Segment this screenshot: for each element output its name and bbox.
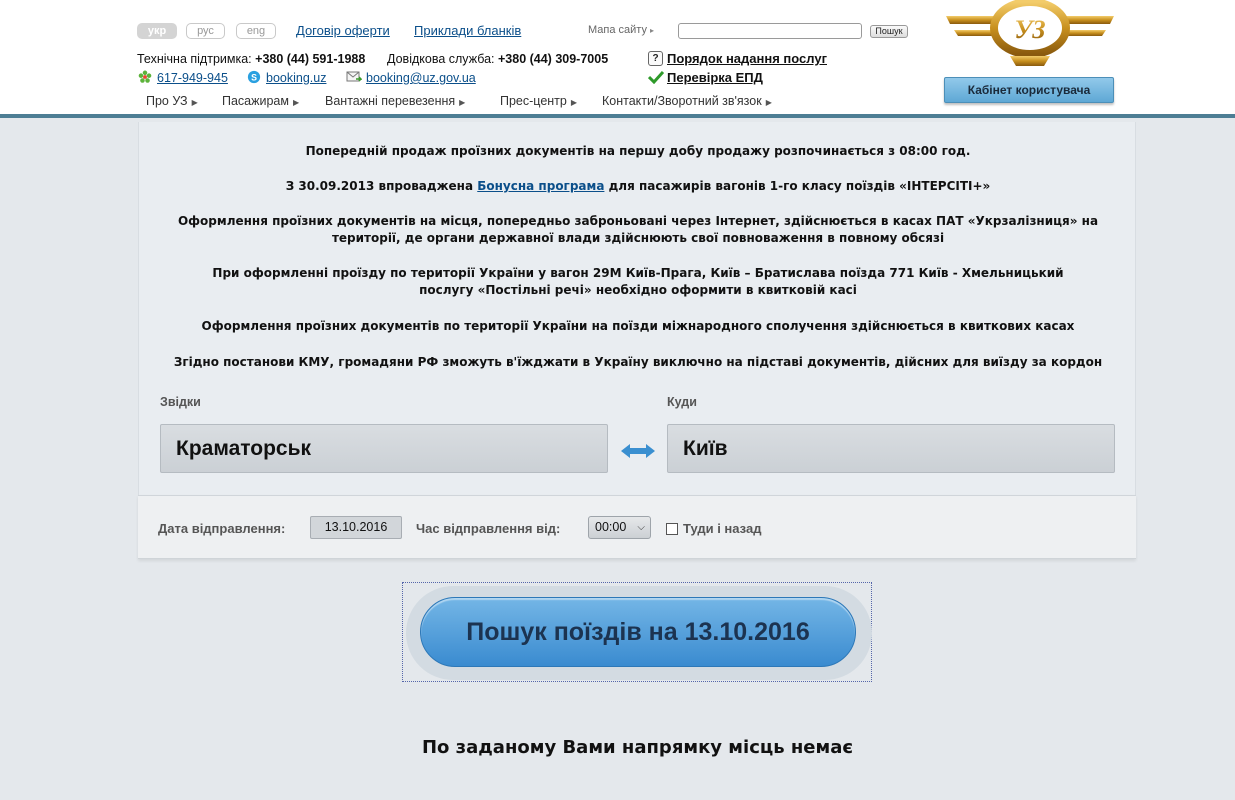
from-label: Звідки: [160, 395, 201, 409]
time-label: Час відправлення від:: [416, 521, 561, 536]
sitemap-label: Мапа сайту: [588, 24, 647, 36]
nav-item-cargo[interactable]: Вантажні перевезення ▶: [325, 94, 465, 108]
arrow-right-icon: ▶: [191, 98, 198, 107]
to-label: Куди: [667, 395, 697, 409]
email-link[interactable]: booking@uz.gov.ua: [366, 71, 476, 85]
arrow-right-icon: ▸: [649, 26, 654, 35]
tech-support-label: Технічна підтримка:: [137, 52, 252, 66]
nav-item-label: Контакти/Зворотний зв'язок: [602, 94, 762, 108]
nav-item-press[interactable]: Прес-центр ▶: [500, 94, 577, 108]
services-order-link[interactable]: Порядок надання послуг: [667, 51, 827, 66]
from-station-input[interactable]: Краматорськ: [160, 424, 608, 473]
nav-item-label: Прес-центр: [500, 94, 567, 108]
notice-bonus: З 30.09.2013 впроваджена Бонусна програм…: [139, 178, 1137, 195]
icq-contact[interactable]: 617-949-945: [137, 70, 228, 86]
skype-link[interactable]: booking.uz: [266, 71, 326, 85]
site-search-input[interactable]: [678, 23, 862, 39]
notice-reservation-line1: Оформлення проїзних документів на місця,…: [177, 214, 1099, 228]
nav-item-about[interactable]: Про УЗ ▶: [146, 94, 198, 108]
user-cabinet-button[interactable]: Кабінет користувача: [944, 77, 1114, 103]
skype-icon: S: [247, 70, 261, 84]
nav-item-label: Про УЗ: [146, 94, 188, 108]
svg-text:S: S: [251, 73, 257, 83]
info-service: Довідкова служба: +380 (44) 309-7005: [387, 52, 608, 66]
notice-bonus-text: З 30.09.2013 впроваджена: [285, 179, 478, 193]
arrow-right-icon: ▶: [570, 98, 578, 107]
notice-bonus-text-end: для пасажирів вагонів 1-го класу поїздів…: [604, 179, 991, 193]
lang-eng-button[interactable]: eng: [236, 23, 276, 39]
offer-agreement-link[interactable]: Договір оферти: [296, 23, 390, 38]
date-input[interactable]: 13.10.2016: [310, 516, 402, 539]
nav-item-label: Вантажні перевезення: [325, 94, 456, 108]
nav-item-label: Пасажирам: [222, 94, 289, 108]
notice-reservation: Оформлення проїзних документів на місця,…: [139, 213, 1137, 247]
icq-flower-icon: [138, 70, 152, 83]
email-icon: [346, 71, 362, 82]
search-trains-button[interactable]: Пошук поїздів на 13.10.2016: [420, 597, 856, 667]
lang-rus-button[interactable]: рус: [186, 23, 225, 39]
time-select-value: 00:00: [595, 520, 627, 534]
uz-logo[interactable]: УЗ: [944, 0, 1116, 68]
to-station-input[interactable]: Київ: [667, 424, 1115, 473]
nav-item-passengers[interactable]: Пасажирам ▶: [222, 94, 299, 108]
swap-arrows-icon[interactable]: [621, 443, 655, 459]
email-contact[interactable]: booking@uz.gov.ua: [346, 70, 476, 86]
site-header: укр рус eng Договір оферти Приклади блан…: [0, 0, 1235, 118]
tech-support-phone: +380 (44) 591-1988: [255, 52, 366, 66]
arrow-right-icon: ▶: [459, 98, 466, 107]
info-service-label: Довідкова служба:: [387, 52, 495, 66]
bonus-program-link[interactable]: Бонусна програма: [477, 179, 604, 193]
help-icon: ?: [648, 51, 663, 66]
info-service-phone: +380 (44) 309-7005: [497, 52, 609, 66]
date-label: Дата відправлення:: [158, 521, 286, 536]
roundtrip-label[interactable]: Туди і назад: [683, 521, 761, 536]
chevron-down-icon: ⌵: [637, 522, 645, 533]
time-select[interactable]: 00:00 ⌵: [588, 516, 651, 539]
tech-support: Технічна підтримка: +380 (44) 591-1988: [137, 52, 365, 66]
notice-presale: Попередній продаж проїзних документів на…: [305, 144, 971, 158]
notice-bedding: При оформленні проїзду по території Укра…: [139, 265, 1137, 299]
icq-number-link[interactable]: 617-949-945: [157, 71, 228, 85]
nav-item-contacts[interactable]: Контакти/Зворотний зв'язок ▶: [602, 94, 772, 108]
notice-reservation-line2: території, де органи державної влади зді…: [331, 231, 945, 245]
form-samples-link[interactable]: Приклади бланків: [414, 23, 521, 38]
skype-contact[interactable]: S booking.uz: [246, 70, 326, 86]
search-button-focus-frame: Пошук поїздів на 13.10.2016: [402, 582, 872, 682]
roundtrip-checkbox[interactable]: [666, 523, 678, 535]
site-search-button[interactable]: Пошук: [870, 25, 908, 38]
notice-bedding-line1: При оформленні проїзду по території Укра…: [212, 266, 1064, 280]
notice-international: Оформлення проїзних документів по терито…: [201, 319, 1075, 333]
notice-bedding-line2: послугу «Постільні речі» необхідно оформ…: [419, 283, 857, 297]
notice-rf-citizens: Згідно постанови КМУ, громадяни РФ зможу…: [173, 355, 1103, 369]
no-seats-message: По заданому Вами напрямку місць немає: [421, 737, 854, 758]
date-time-row: Дата відправлення: 13.10.2016 Час відпра…: [138, 495, 1136, 559]
checkmark-icon: [648, 70, 664, 84]
arrow-right-icon: ▶: [765, 98, 772, 107]
epd-check-link[interactable]: Перевірка ЕПД: [667, 70, 763, 85]
lang-ukr-button[interactable]: укр: [137, 23, 177, 39]
sitemap-link[interactable]: Мапа сайту ▸: [588, 24, 654, 36]
svg-text:УЗ: УЗ: [1014, 15, 1045, 44]
arrow-right-icon: ▶: [292, 98, 300, 107]
